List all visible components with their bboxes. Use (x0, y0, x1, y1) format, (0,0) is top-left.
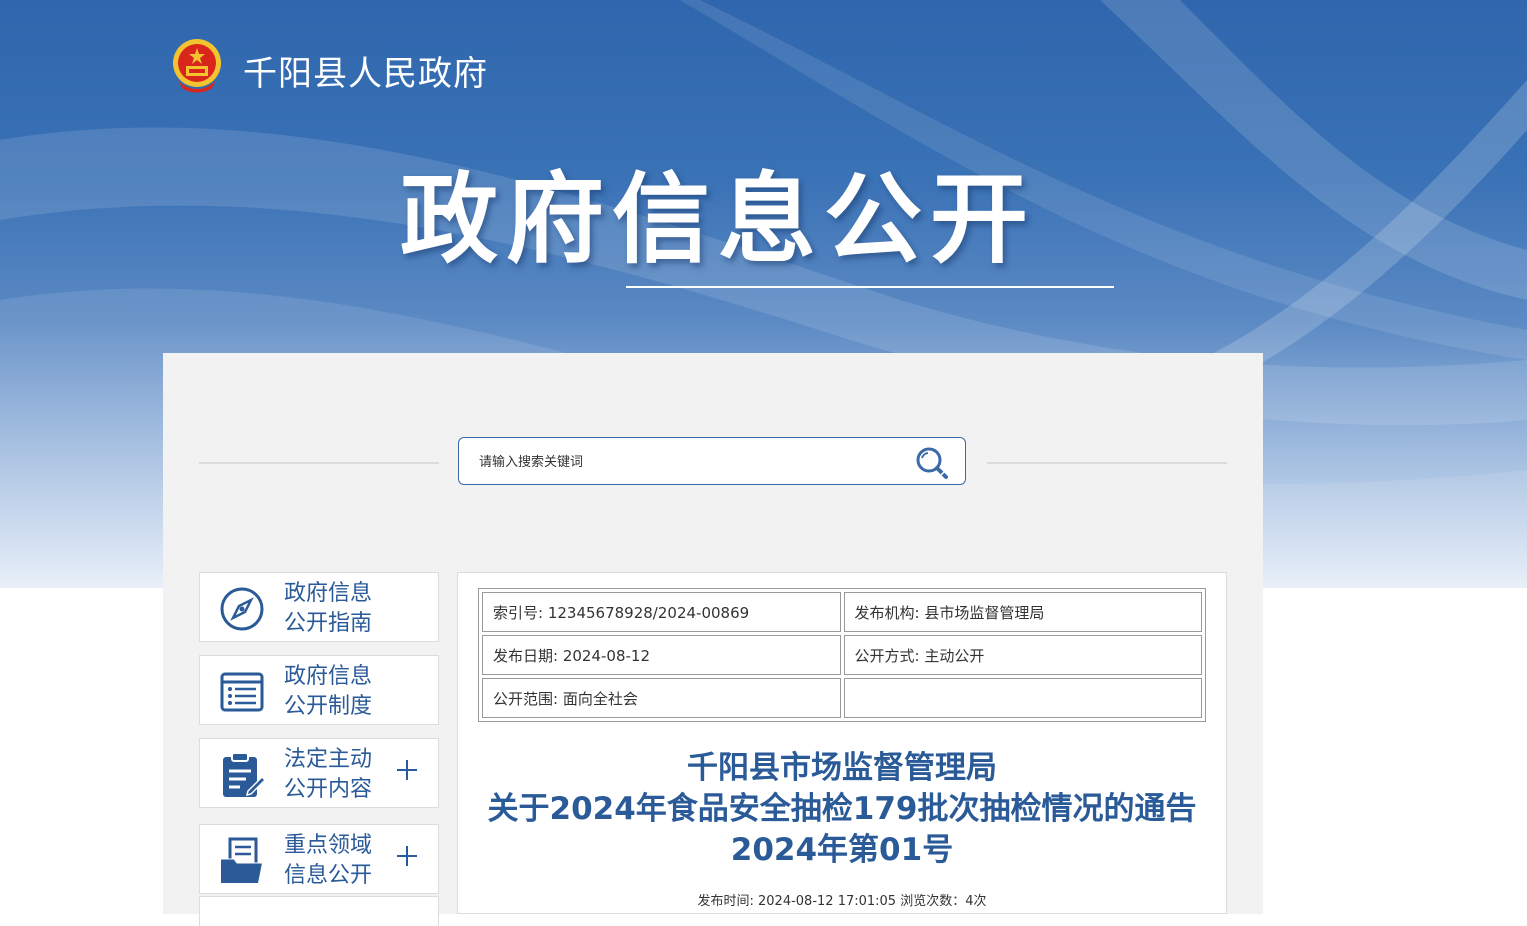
article-title-line-2: 关于2024年食品安全抽检179批次抽检情况的通告 (487, 791, 1197, 827)
sidebar-item-key-areas[interactable]: 重点领域 信息公开 (199, 824, 439, 894)
meta-index-no: 索引号: 12345678928/2024-00869 (482, 592, 841, 632)
national-emblem-icon (173, 39, 221, 93)
search-divider-left (199, 462, 439, 464)
site-name[interactable]: 千阳县人民政府 (243, 46, 488, 95)
search-icon[interactable] (911, 444, 953, 480)
hero-underline (626, 286, 1114, 288)
article-title-line-1: 千阳县市场监督管理局 (687, 750, 997, 786)
label-line-2: 信息公开 (284, 863, 373, 888)
sidebar-item-system[interactable]: 政府信息 公开制度 (199, 655, 439, 725)
plus-icon[interactable] (396, 845, 418, 867)
meta-empty-cell (843, 678, 1202, 718)
meta-disclosure-scope: 公开范围: 面向全社会 (482, 678, 841, 718)
compass-icon (220, 587, 264, 631)
meta-publisher: 发布机构: 县市场监督管理局 (843, 592, 1202, 632)
sidebar-item-label: 政府信息 公开制度 (284, 662, 394, 722)
label-line-2: 公开制度 (284, 694, 373, 719)
sidebar-item-more[interactable] (199, 896, 439, 926)
sidebar-item-guide[interactable]: 政府信息 公开指南 (199, 572, 439, 642)
article-title-line-3: 2024年第01号 (730, 832, 954, 868)
label-line-1: 法定主动 (284, 747, 373, 772)
label-line-1: 政府信息 (284, 664, 373, 689)
list-icon (220, 672, 264, 712)
meta-publish-date: 发布日期: 2024-08-12 (482, 635, 841, 675)
label-line-2: 公开指南 (284, 611, 373, 636)
sidebar-item-label: 政府信息 公开指南 (284, 579, 394, 639)
search-box (458, 437, 966, 485)
label-line-1: 政府信息 (284, 581, 373, 606)
sidebar-item-label: 法定主动 公开内容 (284, 745, 394, 805)
search-divider-right (987, 462, 1227, 464)
sidebar-item-label: 重点领域 信息公开 (284, 831, 394, 891)
sidebar-item-statutory[interactable]: 法定主动 公开内容 (199, 738, 439, 808)
table-row: 公开范围: 面向全社会 (482, 678, 1202, 718)
label-line-1: 重点领域 (284, 833, 373, 858)
article-title: 千阳县市场监督管理局 关于2024年食品安全抽检179批次抽检情况的通告 202… (478, 748, 1206, 871)
clipboard-edit-icon (223, 752, 266, 797)
table-row: 索引号: 12345678928/2024-00869 发布机构: 县市场监督管… (482, 592, 1202, 632)
hero-title: 政府信息公开 (400, 163, 1037, 277)
label-line-2: 公开内容 (284, 777, 373, 802)
meta-disclosure-mode: 公开方式: 主动公开 (843, 635, 1202, 675)
meta-table: 索引号: 12345678928/2024-00869 发布机构: 县市场监督管… (478, 588, 1206, 722)
table-row: 发布日期: 2024-08-12 公开方式: 主动公开 (482, 635, 1202, 675)
plus-icon[interactable] (396, 759, 418, 781)
article-publish-info: 发布时间: 2024-08-12 17:01:05 浏览次数：4次 (697, 894, 987, 909)
search-input[interactable] (477, 446, 901, 478)
folder-document-icon (221, 837, 262, 883)
